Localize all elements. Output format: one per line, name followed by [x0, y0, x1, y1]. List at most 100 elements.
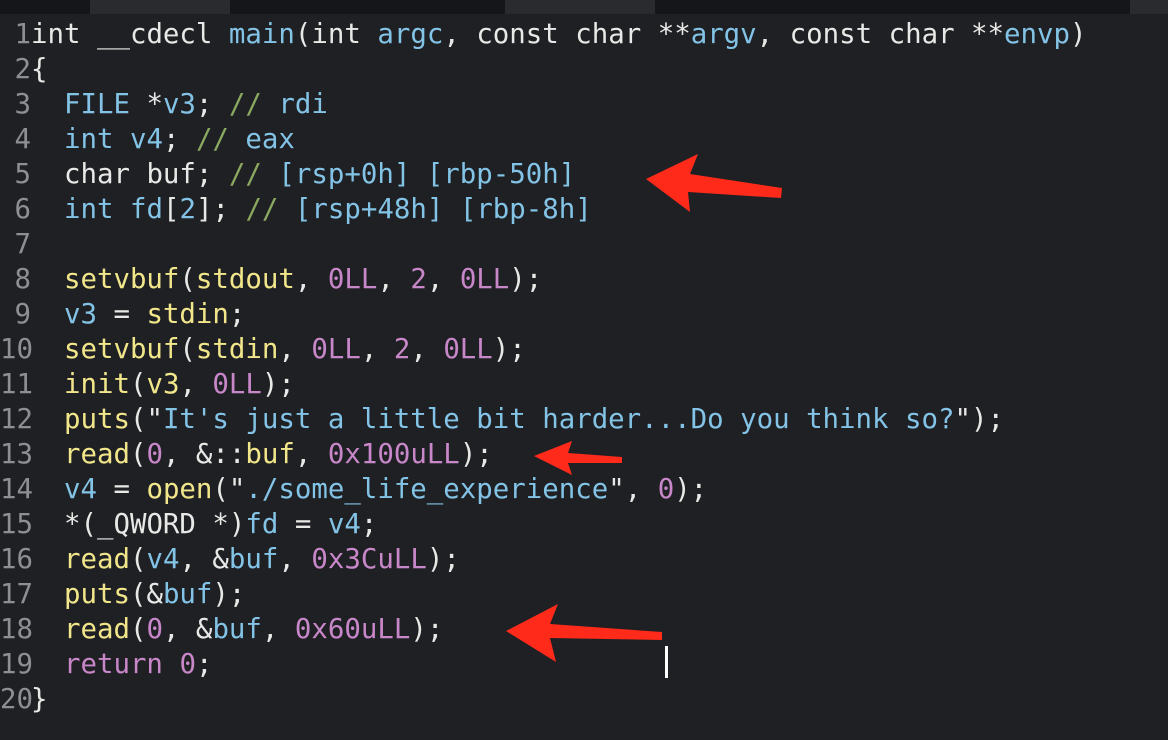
code-token: 0LL	[459, 264, 510, 295]
code-token: );	[459, 439, 493, 470]
code-line[interactable]: 3 FILE *v3; // rdi	[0, 87, 1168, 122]
code-line[interactable]: 5 char buf; // [rsp+0h] [rbp-50h]	[0, 157, 1168, 192]
code-token: v3	[63, 299, 97, 330]
code-token: }	[31, 684, 48, 715]
code-token: =	[96, 474, 147, 505]
code-token: _QWORD	[96, 509, 196, 540]
code-line[interactable]: 7	[0, 227, 1168, 262]
code-token: (	[294, 19, 312, 50]
code-text[interactable]: {	[31, 52, 48, 87]
code-token: envp	[1004, 19, 1071, 50]
code-line[interactable]: 9 v3 = stdin;	[0, 297, 1168, 332]
tab[interactable]	[90, 0, 230, 14]
code-text[interactable]: read(0, &buf, 0x60uLL);	[31, 612, 443, 647]
code-token: stdout	[195, 264, 295, 295]
code-token: =	[96, 299, 147, 330]
code-text[interactable]: setvbuf(stdin, 0LL, 2, 0LL);	[31, 332, 526, 367]
code-token: setvbuf	[63, 264, 180, 295]
code-token: [rsp+0h] [rbp-50h]	[278, 159, 576, 190]
code-token: argc	[377, 19, 444, 50]
code-token: buf	[245, 439, 295, 470]
code-token: ];	[195, 194, 246, 225]
code-token: //	[195, 124, 246, 155]
code-token: int	[31, 19, 81, 50]
code-token: fd	[245, 509, 279, 540]
code-text[interactable]: init(v3, 0LL);	[31, 367, 295, 402]
code-token: 0x100uLL	[327, 439, 460, 470]
code-token: 0	[179, 649, 196, 680]
code-text[interactable]: int fd[2]; // [rsp+48h] [rbp-8h]	[31, 192, 592, 227]
code-line[interactable]: 8 setvbuf(stdout, 0LL, 2, 0LL);	[0, 262, 1168, 297]
annotation-arrow-icon	[646, 154, 782, 212]
code-token: puts	[63, 404, 130, 435]
line-number: 3	[14, 89, 32, 120]
code-token: int	[63, 194, 114, 225]
code-line[interactable]: 20}	[0, 682, 1168, 717]
code-token: //	[245, 194, 295, 225]
code-text[interactable]: setvbuf(stdout, 0LL, 2, 0LL);	[31, 262, 542, 297]
code-text[interactable]: puts("It's just a little bit harder...Do…	[31, 402, 1004, 437]
code-token: 0x60uLL	[294, 614, 411, 645]
code-text[interactable]: read(v4, &buf, 0x3CuLL);	[31, 542, 460, 577]
code-editor[interactable]: 1int __cdecl main(int argc, const char *…	[0, 0, 1168, 740]
code-token: stdin	[146, 299, 229, 330]
code-token: 0LL	[327, 264, 378, 295]
code-text[interactable]: int __cdecl main(int argc, const char **…	[31, 17, 1087, 52]
code-line[interactable]: 4 int v4; // eax	[0, 122, 1168, 157]
code-text[interactable]: char buf; // [rsp+0h] [rbp-50h]	[31, 157, 575, 192]
tab[interactable]	[1130, 0, 1168, 14]
code-text[interactable]: read(0, &::buf, 0x100uLL);	[31, 437, 493, 472]
code-text[interactable]: FILE *v3; // rdi	[31, 87, 328, 122]
code-token: 0	[146, 439, 163, 470]
code-line[interactable]: 16 read(v4, &buf, 0x3CuLL);	[0, 542, 1168, 577]
code-text[interactable]: puts(&buf);	[31, 577, 245, 612]
code-text[interactable]: v3 = stdin;	[31, 297, 245, 332]
code-token: ,	[278, 544, 312, 575]
code-line[interactable]: 6 int fd[2]; // [rsp+48h] [rbp-8h]	[0, 192, 1168, 227]
code-line[interactable]: 12 puts("It's just a little bit harder..…	[0, 402, 1168, 437]
code-token: , &	[162, 614, 213, 645]
code-token: read	[63, 544, 130, 575]
code-line[interactable]: 15 *(_QWORD *)fd = v4;	[0, 507, 1168, 542]
code-text[interactable]: }	[31, 682, 48, 717]
code-token: eax	[245, 124, 295, 155]
code-token: )	[1070, 19, 1087, 50]
code-token: {	[31, 54, 48, 85]
code-token: (&	[129, 579, 163, 610]
code-token: *	[129, 89, 163, 120]
tab[interactable]	[505, 0, 655, 14]
code-line[interactable]: 10 setvbuf(stdin, 0LL, 2, 0LL);	[0, 332, 1168, 367]
code-token: ,	[294, 264, 328, 295]
code-text[interactable]: return 0;	[31, 647, 212, 682]
code-token: (	[129, 614, 147, 645]
code-token: ,	[377, 264, 411, 295]
line-number: 7	[14, 229, 32, 260]
code-token: const char	[476, 19, 642, 50]
code-token: ;	[162, 124, 196, 155]
code-token: setvbuf	[63, 334, 180, 365]
code-token: ,	[261, 614, 295, 645]
code-token: 0LL	[443, 334, 493, 365]
code-token: ,	[278, 334, 312, 365]
line-number: 9	[14, 299, 32, 330]
code-token: 0	[146, 614, 163, 645]
code-line[interactable]: 2{	[0, 52, 1168, 87]
code-token: buf	[228, 544, 279, 575]
code-text[interactable]: int v4; // eax	[31, 122, 295, 157]
code-token: buf;	[129, 159, 229, 190]
code-token: =	[278, 509, 328, 540]
code-token: (	[179, 264, 196, 295]
line-number: 17	[0, 579, 33, 610]
code-line[interactable]: 1int __cdecl main(int argc, const char *…	[0, 17, 1168, 52]
code-token: );	[492, 334, 526, 365]
code-text[interactable]: *(_QWORD *)fd = v4;	[31, 507, 377, 542]
code-line[interactable]: 11 init(v3, 0LL);	[0, 367, 1168, 402]
